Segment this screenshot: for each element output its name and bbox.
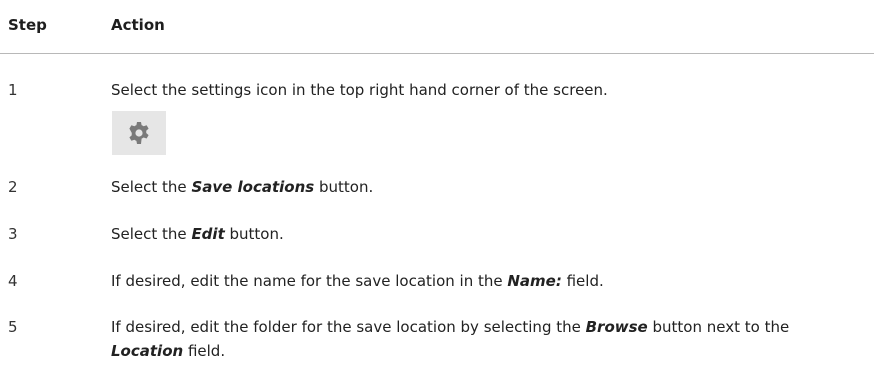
ui-term: Name: bbox=[507, 272, 562, 290]
step-action: Select the Edit button. bbox=[111, 225, 284, 243]
step-action: Select the settings icon in the top righ… bbox=[111, 81, 608, 99]
ui-term: Location bbox=[111, 342, 184, 360]
gear-icon bbox=[129, 122, 149, 144]
step-action: If desired, edit the name for the save l… bbox=[111, 272, 604, 290]
table-header: Step Action bbox=[0, 0, 874, 54]
header-step: Step bbox=[8, 16, 47, 34]
step-action: Select the Save locations button. bbox=[111, 178, 374, 196]
ui-term: Edit bbox=[191, 225, 225, 243]
settings-icon-illustration bbox=[112, 111, 166, 155]
ui-term: Save locations bbox=[191, 178, 315, 196]
procedure-table: Step Action 1 Select the settings icon i… bbox=[0, 0, 874, 360]
step-number: 5 bbox=[8, 318, 18, 336]
step-number: 4 bbox=[8, 272, 18, 290]
step-number: 2 bbox=[8, 178, 18, 196]
step-action: If desired, edit the folder for the save… bbox=[111, 318, 790, 360]
header-action: Action bbox=[111, 16, 165, 34]
ui-term: Browse bbox=[585, 318, 648, 336]
step-number: 3 bbox=[8, 225, 18, 243]
step-number: 1 bbox=[8, 81, 18, 99]
